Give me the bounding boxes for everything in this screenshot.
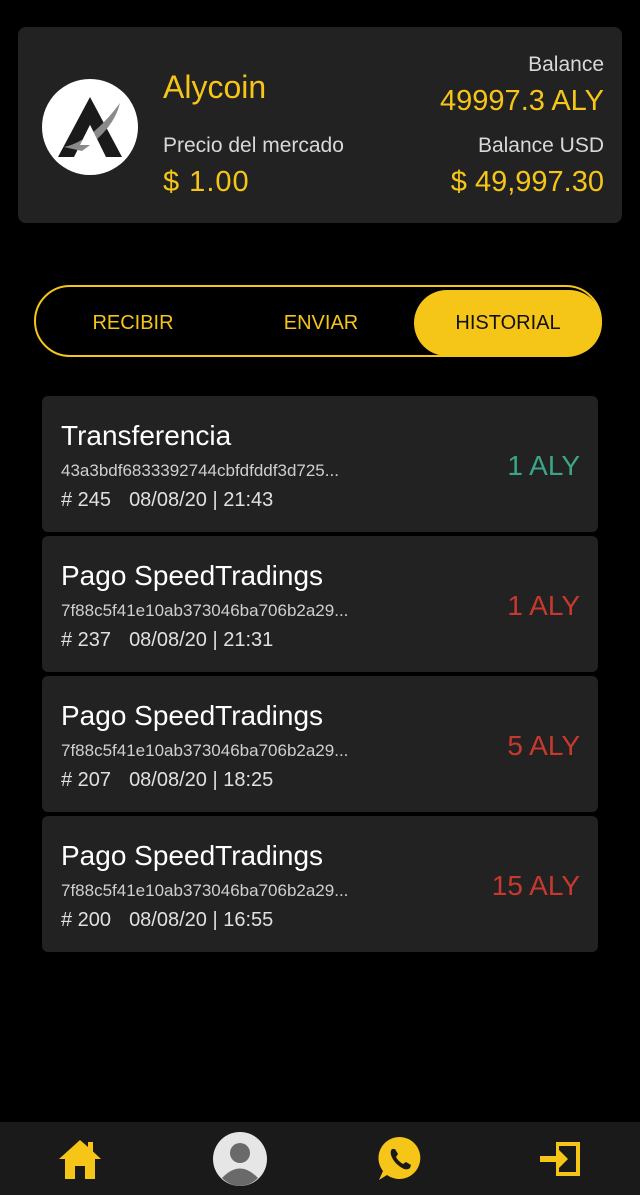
nav-logout-button[interactable] xyxy=(530,1130,590,1188)
transaction-title: Transferencia xyxy=(61,420,232,451)
balance-usd-label: Balance USD xyxy=(477,134,604,157)
transaction-datetime: 08/08/20 | 21:43 xyxy=(129,489,274,511)
transaction-meta: # 245 08/08/20 | 21:43 xyxy=(61,489,273,512)
transaction-datetime: 08/08/20 | 18:25 xyxy=(129,769,274,791)
transaction-title: Pago SpeedTradings xyxy=(61,700,324,731)
transaction-hash: 7f88c5f41e10ab373046ba706b2a29... xyxy=(61,881,349,900)
transaction-amount: 5 ALY xyxy=(507,730,580,761)
transaction-hash: 7f88c5f41e10ab373046ba706b2a29... xyxy=(61,741,349,760)
nav-whatsapp-button[interactable] xyxy=(370,1130,430,1188)
transaction-hash: 7f88c5f41e10ab373046ba706b2a29... xyxy=(61,601,349,620)
transaction-hash: 43a3bdf6833392744cbfdfddf3d725... xyxy=(61,461,339,480)
transaction-datetime: 08/08/20 | 16:55 xyxy=(129,909,274,931)
tab-enviar[interactable]: ENVIAR xyxy=(226,291,416,355)
transaction-meta: # 207 08/08/20 | 18:25 xyxy=(61,769,273,792)
transaction-item[interactable]: Pago SpeedTradings 7f88c5f41e10ab373046b… xyxy=(42,816,598,952)
tab-recibir[interactable]: RECIBIR xyxy=(38,291,228,355)
transaction-amount: 15 ALY xyxy=(491,870,580,901)
transaction-title: Pago SpeedTradings xyxy=(61,560,324,591)
whatsapp-icon xyxy=(378,1136,421,1180)
transaction-list: Transferencia 43a3bdf6833392744cbfdfddf3… xyxy=(42,396,598,956)
home-icon xyxy=(59,1140,101,1179)
coin-summary-card: Alycoin Precio del mercado $ 1.00 Balanc… xyxy=(18,27,622,223)
coin-name: Alycoin xyxy=(163,69,267,105)
transaction-item[interactable]: Transferencia 43a3bdf6833392744cbfdfddf3… xyxy=(42,396,598,532)
transaction-number: # 207 xyxy=(61,769,112,791)
transaction-title: Pago SpeedTradings xyxy=(61,840,324,871)
wallet-screen: Alycoin Precio del mercado $ 1.00 Balanc… xyxy=(0,0,640,1195)
transaction-number: # 237 xyxy=(61,629,112,651)
balance-label: Balance xyxy=(528,53,604,76)
transaction-meta: # 237 08/08/20 | 21:31 xyxy=(61,629,273,652)
transaction-amount: 1 ALY xyxy=(507,590,580,621)
alycoin-logo-icon xyxy=(42,79,138,175)
transaction-number: # 200 xyxy=(61,909,112,931)
transaction-item[interactable]: Pago SpeedTradings 7f88c5f41e10ab373046b… xyxy=(42,536,598,672)
balance-value: 49997.3 ALY xyxy=(440,85,604,117)
user-avatar-icon xyxy=(213,1132,267,1186)
nav-profile-button[interactable] xyxy=(210,1130,270,1188)
bottom-nav xyxy=(0,1122,640,1195)
market-price-value: $ 1.00 xyxy=(163,166,250,198)
nav-home-button[interactable] xyxy=(50,1130,110,1188)
balance-usd-value: $ 49,997.30 xyxy=(450,166,604,198)
transaction-amount: 1 ALY xyxy=(507,450,580,481)
transaction-number: # 245 xyxy=(61,489,112,511)
tab-historial[interactable]: HISTORIAL xyxy=(414,290,602,356)
market-price-label: Precio del mercado xyxy=(163,134,344,157)
wallet-tabs: RECIBIR ENVIAR HISTORIAL xyxy=(34,285,602,357)
transaction-meta: # 200 08/08/20 | 16:55 xyxy=(61,909,273,932)
logout-icon xyxy=(540,1142,580,1176)
transaction-datetime: 08/08/20 | 21:31 xyxy=(129,629,274,651)
transaction-item[interactable]: Pago SpeedTradings 7f88c5f41e10ab373046b… xyxy=(42,676,598,812)
